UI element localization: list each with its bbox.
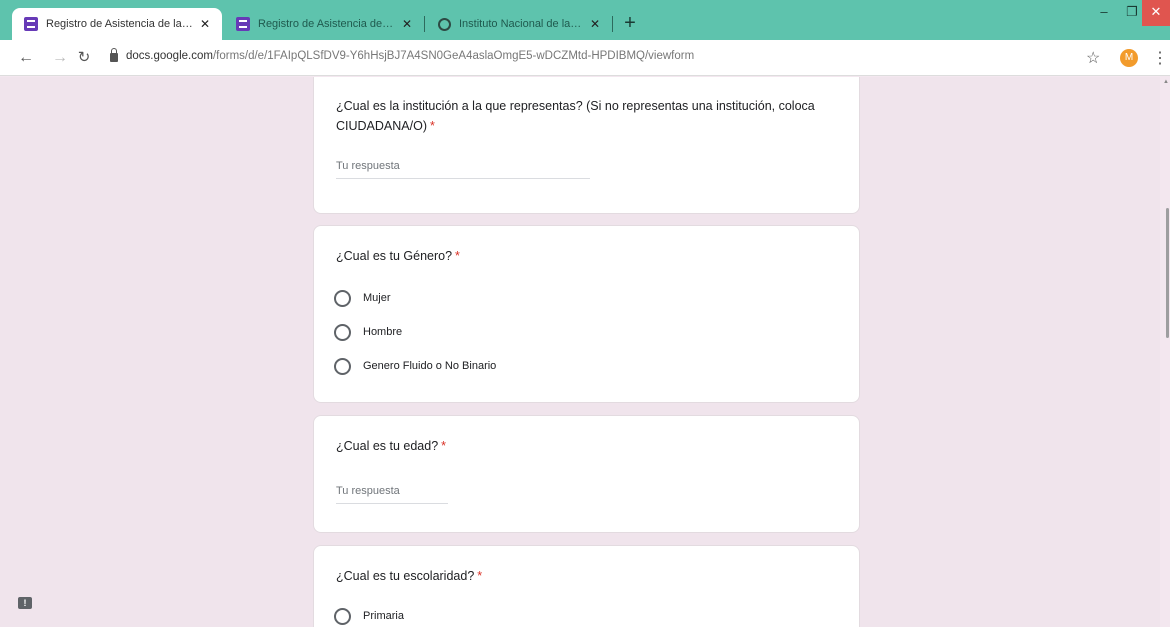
globe-icon: [438, 17, 451, 31]
required-asterisk: *: [429, 119, 435, 133]
browser-toolbar: ← → ↻ docs.google.com/forms/d/e/1FAIpQLS…: [0, 40, 1170, 76]
required-asterisk: *: [441, 439, 447, 453]
radio-button-icon[interactable]: [334, 607, 351, 625]
tab-separator: [424, 16, 425, 32]
tab-close-icon[interactable]: ✕: [198, 17, 212, 31]
radio-option-primaria[interactable]: Primaria: [334, 606, 404, 626]
radio-option-genero-fluido[interactable]: Genero Fluido o No Binario: [334, 356, 496, 376]
google-forms-icon: [236, 17, 250, 31]
question-text: ¿Cual es tu Género?: [336, 249, 453, 263]
question-title: ¿Cual es la institución a la que represe…: [336, 96, 836, 136]
required-asterisk: *: [477, 569, 483, 583]
question-title: ¿Cual es tu Género? *: [336, 246, 836, 266]
institucion-answer-input[interactable]: Tu respuesta: [336, 160, 590, 179]
scroll-up-arrow-icon[interactable]: ▲: [1163, 79, 1169, 85]
question-card-edad: ¿Cual es tu edad? * Tu respuesta: [313, 415, 860, 533]
bookmark-star-icon[interactable]: ☆: [1086, 48, 1100, 68]
option-label: Hombre: [363, 326, 403, 338]
reload-icon[interactable]: ↻: [74, 48, 94, 68]
form-page: ¿Cual es la institución a la que represe…: [0, 77, 1170, 627]
scrollbar-thumb[interactable]: [1166, 208, 1169, 338]
address-bar[interactable]: docs.google.com/forms/d/e/1FAIpQLSfDV9-Y…: [126, 50, 694, 62]
tab-registro-2[interactable]: Registro de Asistencia de la Mes ✕: [224, 8, 424, 40]
tab-separator: [612, 16, 613, 32]
radio-option-mujer[interactable]: Mujer: [334, 288, 391, 308]
back-arrow-icon[interactable]: ←: [16, 48, 36, 68]
edad-answer-input[interactable]: Tu respuesta: [336, 485, 448, 504]
radio-option-hombre[interactable]: Hombre: [334, 322, 402, 342]
url-host: docs.google.com: [126, 50, 213, 62]
radio-button-icon[interactable]: [334, 357, 351, 375]
feedback-icon[interactable]: !: [18, 597, 32, 609]
tab-registro-1[interactable]: Registro de Asistencia de la Mes ✕: [12, 8, 222, 40]
question-card-institucion: ¿Cual es la institución a la que represe…: [313, 77, 860, 214]
window-close-button[interactable]: ✕: [1142, 0, 1170, 26]
question-text: ¿Cual es tu escolaridad?: [336, 569, 475, 583]
radio-button-icon[interactable]: [334, 289, 351, 307]
required-asterisk: *: [455, 249, 460, 263]
browser-menu-icon[interactable]: ⋮: [1152, 48, 1168, 68]
question-text: ¿Cual es tu edad?: [336, 439, 439, 453]
option-label: Genero Fluido o No Binario: [363, 360, 497, 372]
question-card-genero: ¿Cual es tu Género? * Mujer Hombre Genero…: [313, 225, 860, 403]
question-title: ¿Cual es tu escolaridad? *: [336, 566, 836, 586]
google-forms-icon: [24, 17, 38, 31]
option-label: Primaria: [363, 610, 404, 622]
profile-avatar[interactable]: M: [1120, 49, 1138, 67]
browser-tabstrip: Registro de Asistencia de la Mes ✕ Regis…: [0, 0, 1170, 40]
new-tab-button[interactable]: +: [618, 12, 642, 36]
question-title: ¿Cual es tu edad? *: [336, 436, 836, 456]
option-label: Mujer: [363, 292, 391, 304]
scrollbar-track[interactable]: [1160, 77, 1170, 627]
minimize-button[interactable]: –: [1090, 0, 1118, 26]
tab-title: Instituto Nacional de las Mujeres: [459, 18, 584, 30]
tab-title: Registro de Asistencia de la Mes: [258, 18, 396, 30]
lock-icon[interactable]: [110, 48, 118, 62]
tab-close-icon[interactable]: ✕: [400, 17, 414, 31]
tab-title: Registro de Asistencia de la Mes: [46, 18, 194, 30]
tab-inmujeres[interactable]: Instituto Nacional de las Mujeres ✕: [426, 8, 612, 40]
radio-button-icon[interactable]: [334, 323, 351, 341]
tab-close-icon[interactable]: ✕: [588, 17, 602, 31]
forward-arrow-icon[interactable]: →: [50, 48, 70, 68]
question-card-escolaridad: ¿Cual es tu escolaridad? * Primaria: [313, 545, 860, 627]
url-path: /forms/d/e/1FAIpQLSfDV9-Y6hHsjBJ7A4SN0Ge…: [212, 50, 695, 62]
question-text: ¿Cual es la institución a la que represe…: [336, 99, 815, 133]
